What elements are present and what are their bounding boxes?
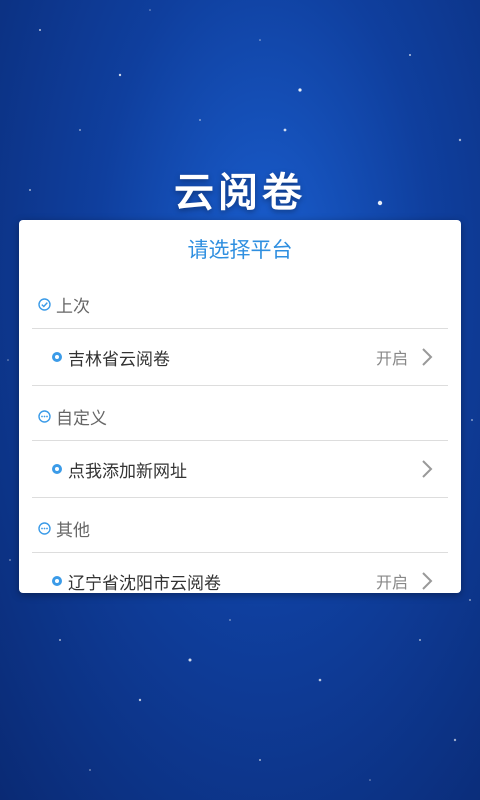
platform-status: 开启 <box>375 573 408 592</box>
ellipsis-circle-icon <box>38 409 51 423</box>
platform-name: 吉林省云阅卷 <box>68 349 170 370</box>
platform-name: 点我添加新网址 <box>68 461 187 482</box>
app-title: 云阅卷 <box>174 170 306 216</box>
ellipsis-circle-icon <box>38 521 51 535</box>
check-circle-icon <box>38 297 51 311</box>
platform-item-jilin[interactable]: 吉林省云阅卷 开启 <box>32 329 448 386</box>
chevron-right-icon <box>422 460 433 478</box>
bullet-dot-icon <box>52 352 62 362</box>
bullet-dot-icon <box>52 464 62 474</box>
section-header-label: 其他 <box>56 520 90 541</box>
platform-status: 开启 <box>375 349 408 368</box>
section-header-other: 其他 <box>32 504 448 553</box>
chevron-right-icon <box>422 348 433 366</box>
section-header-label: 自定义 <box>56 408 107 429</box>
chevron-right-icon <box>422 572 433 590</box>
add-new-url-item[interactable]: 点我添加新网址 <box>32 441 448 498</box>
platform-item-shenyang[interactable]: 辽宁省沈阳市云阅卷 开启 <box>32 553 448 593</box>
dialog-title: 请选择平台 <box>187 238 293 262</box>
platform-select-dialog: 请选择平台 上次 吉林省云阅卷 开启 自定义 点我添加新网址 其他 辽宁省沈阳市… <box>19 220 461 593</box>
bullet-dot-icon <box>52 576 62 586</box>
platform-name: 辽宁省沈阳市云阅卷 <box>68 573 221 594</box>
section-header-last: 上次 <box>32 280 448 329</box>
section-header-label: 上次 <box>56 296 90 317</box>
section-header-custom: 自定义 <box>32 392 448 441</box>
